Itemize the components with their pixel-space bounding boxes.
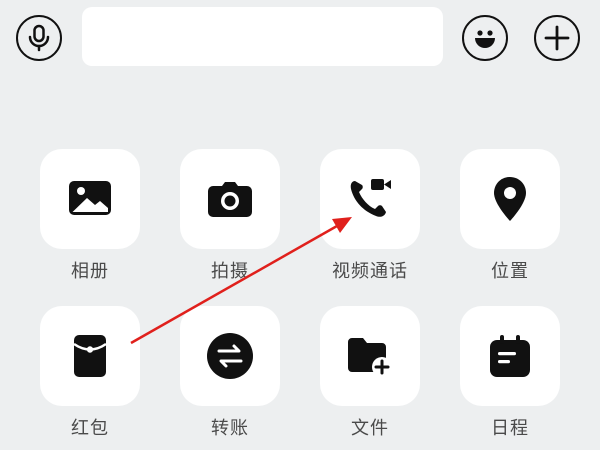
image-icon bbox=[69, 181, 111, 215]
video-call-icon bbox=[350, 179, 391, 217]
camera-label: 拍摄 bbox=[211, 261, 249, 282]
album-button[interactable] bbox=[40, 149, 140, 249]
video-call-button[interactable] bbox=[320, 149, 420, 249]
smiley-icon bbox=[475, 30, 495, 48]
schedule-button[interactable] bbox=[460, 306, 560, 406]
microphone-icon bbox=[28, 24, 50, 52]
emoji-button[interactable] bbox=[462, 15, 508, 61]
album-label: 相册 bbox=[71, 261, 109, 282]
calendar-icon bbox=[490, 335, 530, 377]
chat-more-panel: 相册 拍摄 视频通话 位置 红包 转账 文件 日程 bbox=[0, 0, 600, 450]
video-call-label: 视频通话 bbox=[332, 261, 408, 282]
red-packet-button[interactable] bbox=[40, 306, 140, 406]
folder-add-icon bbox=[348, 338, 392, 377]
message-input[interactable] bbox=[82, 7, 443, 66]
more-button[interactable] bbox=[534, 15, 580, 61]
plus-icon bbox=[544, 25, 570, 51]
transfer-icon bbox=[207, 333, 253, 379]
voice-input-button[interactable] bbox=[16, 15, 62, 61]
red-packet-label: 红包 bbox=[71, 418, 109, 439]
transfer-label: 转账 bbox=[211, 418, 249, 439]
camera-icon bbox=[208, 182, 252, 217]
transfer-button[interactable] bbox=[180, 306, 280, 406]
location-button[interactable] bbox=[460, 149, 560, 249]
camera-button[interactable] bbox=[180, 149, 280, 249]
schedule-label: 日程 bbox=[491, 418, 529, 439]
location-label: 位置 bbox=[491, 261, 529, 282]
file-button[interactable] bbox=[320, 306, 420, 406]
red-packet-icon bbox=[73, 335, 107, 377]
location-pin-icon bbox=[494, 177, 526, 221]
file-label: 文件 bbox=[351, 418, 389, 439]
